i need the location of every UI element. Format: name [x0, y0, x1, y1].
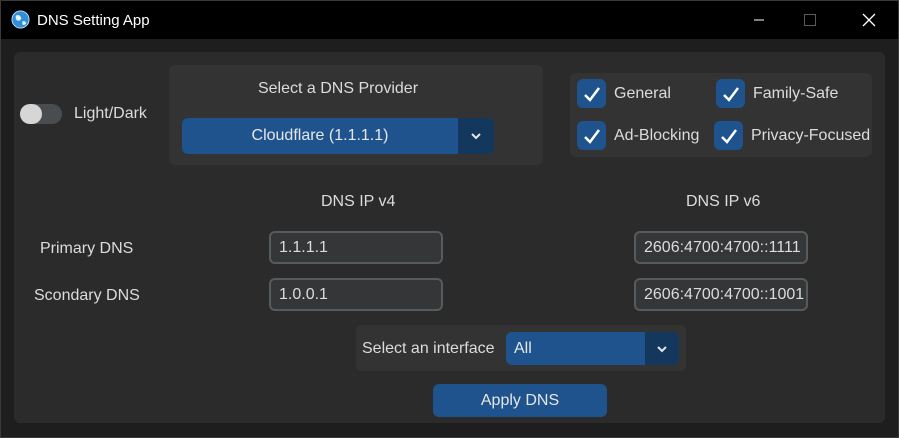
close-button[interactable] [846, 1, 892, 39]
provider-dropdown[interactable]: Cloudflare (1.1.1.1) [182, 118, 494, 154]
dns-v4-heading: DNS IP v4 [321, 193, 396, 210]
maximize-icon [804, 14, 816, 26]
primary-v4-field[interactable]: 1.1.1.1 [269, 231, 443, 264]
apply-dns-button[interactable]: Apply DNS [433, 384, 607, 417]
family-safe-label[interactable]: Family-Safe [753, 85, 838, 103]
primary-dns-label: Primary DNS [40, 240, 134, 257]
app-window: DNS Setting App Light/Dark Select a DNS … [0, 0, 899, 438]
minimize-button[interactable] [736, 1, 782, 39]
primary-v6-field[interactable]: 2606:4700:4700::1111 [634, 231, 808, 264]
general-label[interactable]: General [614, 85, 671, 103]
close-icon [862, 13, 876, 27]
switch-knob[interactable] [20, 104, 42, 124]
privacy-focused-checkbox[interactable] [714, 121, 743, 150]
family-safe-checkbox[interactable] [716, 79, 745, 108]
checkmark-icon [722, 86, 739, 102]
globe-icon [11, 10, 30, 29]
ad-blocking-checkbox[interactable] [577, 121, 606, 150]
title-bar[interactable]: DNS Setting App [1, 1, 898, 39]
window-title: DNS Setting App [37, 12, 150, 29]
secondary-v4-field[interactable]: 1.0.0.1 [269, 278, 443, 311]
theme-switch-label[interactable]: Light/Dark [74, 105, 147, 123]
provider-heading: Select a DNS Provider [257, 80, 419, 97]
checkmark-icon [720, 128, 737, 144]
secondary-dns-label: Scondary DNS [34, 287, 140, 304]
secondary-v6-field[interactable]: 2606:4700:4700::1001 [634, 278, 808, 311]
provider-dropdown-button[interactable] [458, 118, 494, 154]
ad-blocking-label[interactable]: Ad-Blocking [614, 127, 699, 145]
checkmark-icon [583, 128, 600, 144]
privacy-focused-label[interactable]: Privacy-Focused [751, 127, 870, 145]
interface-selected-value[interactable]: All [506, 332, 532, 365]
interface-label: Select an interface [362, 340, 495, 357]
theme-switch[interactable] [20, 104, 62, 124]
minimize-icon [754, 19, 764, 21]
checkmark-icon [583, 86, 600, 102]
interface-dropdown[interactable]: All [506, 332, 679, 365]
chevron-down-icon [471, 133, 481, 140]
interface-dropdown-button[interactable] [645, 332, 679, 365]
general-checkbox[interactable] [577, 79, 606, 108]
chevron-down-icon [657, 345, 667, 352]
provider-selected-value[interactable]: Cloudflare (1.1.1.1) [182, 118, 458, 154]
dns-v6-heading: DNS IP v6 [686, 193, 761, 210]
maximize-button[interactable] [787, 1, 833, 39]
